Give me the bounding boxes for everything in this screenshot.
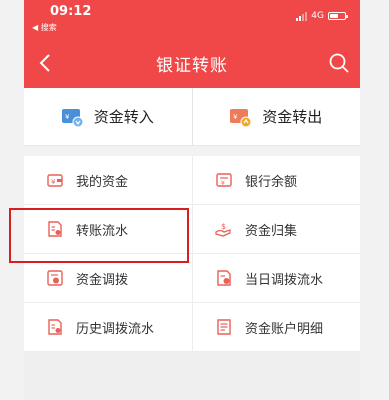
network-label: 4G bbox=[311, 11, 324, 21]
fund-transfer-in-label: 资金转入 bbox=[93, 108, 154, 126]
menu-item-label: 历史调拨流水 bbox=[76, 321, 155, 337]
status-time: 09:12 bbox=[50, 4, 92, 19]
status-bar: 09:12 ◀ 搜索 4G bbox=[24, 0, 360, 38]
fund-collect-icon: $ bbox=[215, 222, 231, 237]
menu-item-fund-allocation[interactable]: 资金调拨 bbox=[24, 254, 192, 303]
menu-item-my-funds[interactable]: ¥ 我的资金 bbox=[24, 156, 192, 205]
menu-item-label: 转账流水 bbox=[76, 223, 129, 239]
battery-icon bbox=[328, 12, 348, 20]
wallet-icon: ¥ bbox=[47, 174, 63, 187]
account-detail-icon bbox=[217, 319, 231, 335]
search-icon[interactable] bbox=[328, 52, 350, 74]
menu-item-label: 资金调拨 bbox=[76, 272, 129, 288]
svg-text:¥: ¥ bbox=[221, 180, 225, 187]
transfer-in-icon: ¥ bbox=[61, 108, 84, 127]
menu-item-fund-collection[interactable]: $ 资金归集 bbox=[192, 205, 360, 254]
section-gap bbox=[24, 146, 360, 156]
transfer-actions: ¥ 资金转入 ¥ 资金转出 bbox=[24, 88, 360, 146]
daily-allocate-record-icon bbox=[217, 270, 231, 286]
menu-item-bank-balance[interactable]: ¥ 银行余额 bbox=[192, 156, 360, 205]
transfer-record-icon bbox=[48, 221, 62, 237]
signal-icon bbox=[296, 11, 308, 21]
fund-allocate-icon bbox=[47, 270, 63, 286]
menu-item-transfer-records[interactable]: 转账流水 bbox=[24, 205, 192, 254]
fund-transfer-in-button[interactable]: ¥ 资金转入 bbox=[24, 88, 192, 145]
empty-area bbox=[24, 352, 360, 400]
svg-text:$: $ bbox=[221, 222, 226, 231]
menu-item-label: 银行余额 bbox=[245, 174, 298, 190]
svg-text:¥: ¥ bbox=[51, 178, 56, 186]
menu-grid: ¥ 我的资金 ¥ 银行余额 转账流水 $ 资金归集 资金调拨 当日调拨流水 历史… bbox=[24, 156, 360, 352]
menu-item-daily-allocation-records[interactable]: 当日调拨流水 bbox=[192, 254, 360, 303]
menu-item-label: 我的资金 bbox=[76, 174, 129, 190]
status-indicators: 4G bbox=[296, 11, 348, 21]
fund-transfer-out-button[interactable]: ¥ 资金转出 bbox=[191, 88, 361, 145]
menu-item-history-allocation-records[interactable]: 历史调拨流水 bbox=[24, 303, 192, 352]
menu-item-account-details[interactable]: 资金账户明细 bbox=[192, 303, 360, 352]
transfer-out-icon: ¥ bbox=[230, 108, 252, 127]
phone-screen: 09:12 ◀ 搜索 4G 银证转账 ¥ 资金转入 ¥ 资金转出 ¥ 我的资金 … bbox=[24, 0, 360, 400]
svg-text:¥: ¥ bbox=[65, 113, 70, 121]
menu-item-label: 当日调拨流水 bbox=[245, 272, 324, 288]
bank-balance-icon: ¥ bbox=[216, 173, 232, 187]
back-to-app-link[interactable]: ◀ 搜索 bbox=[32, 22, 57, 33]
navigation-bar: 银证转账 bbox=[24, 38, 360, 88]
history-allocate-record-icon bbox=[48, 319, 62, 335]
page-title: 银证转账 bbox=[156, 55, 228, 76]
svg-text:¥: ¥ bbox=[233, 113, 238, 121]
fund-transfer-out-label: 资金转出 bbox=[262, 108, 323, 126]
menu-item-label: 资金归集 bbox=[245, 223, 298, 239]
menu-item-label: 资金账户明细 bbox=[245, 321, 324, 337]
back-arrow-icon[interactable] bbox=[36, 53, 56, 73]
